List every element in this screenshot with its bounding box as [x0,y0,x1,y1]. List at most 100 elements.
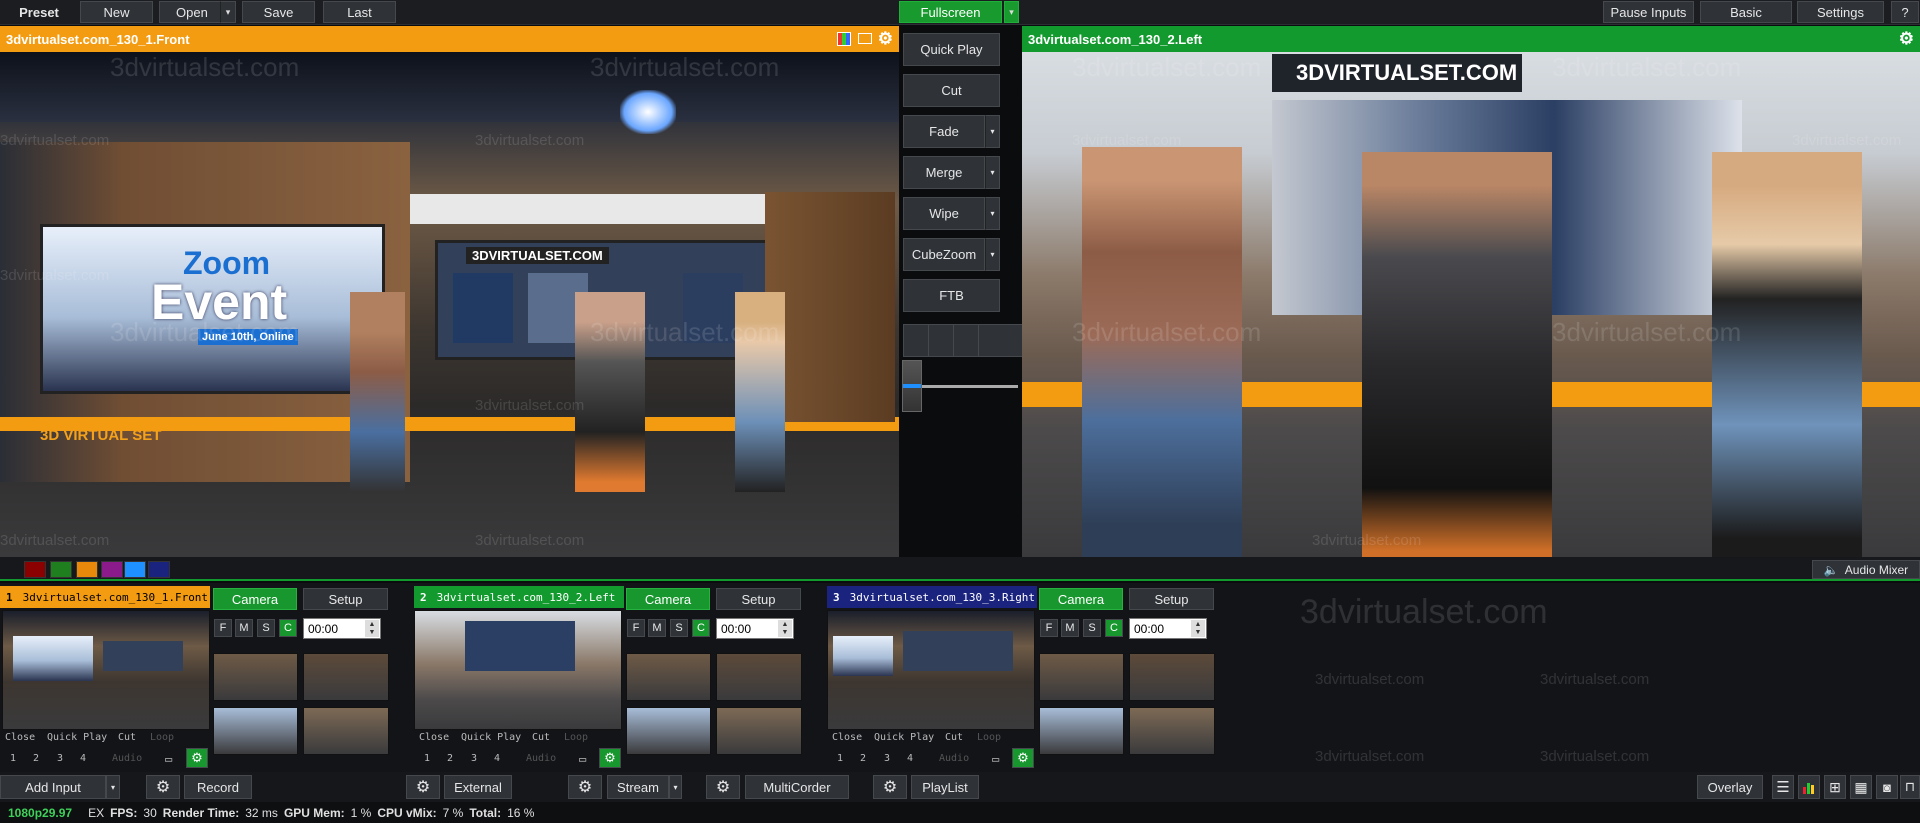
overlay-button[interactable]: Overlay [1697,775,1763,799]
playlist-settings-button[interactable]: ⚙ [873,775,907,799]
input-1-camera-thumb-2[interactable] [303,653,389,701]
input-3-quick-play-button[interactable]: Quick Play [874,732,934,743]
ftb-button[interactable]: FTB [903,279,1000,312]
record-button[interactable]: Record [184,775,252,799]
gear-icon[interactable]: ⚙ [1899,29,1914,49]
input-1-camera-thumb-1[interactable] [213,653,298,701]
t-bar-handle[interactable] [902,360,922,412]
merge-options-button[interactable]: ▾ [985,156,1000,189]
color-swatch-green[interactable] [50,561,72,578]
save-button[interactable]: Save [242,1,315,23]
record-settings-button[interactable]: ⚙ [146,775,180,799]
input-2-camera-button[interactable]: Camera [626,588,710,610]
bar-chart-icon[interactable] [1798,775,1820,799]
input-1-m-button[interactable]: M [235,619,253,637]
input-1-overlay-4-button[interactable]: 4 [80,753,86,764]
audio-mixer-button[interactable]: 🔈 Audio Mixer [1812,560,1920,579]
input-2-camera-thumb-3[interactable] [626,707,711,755]
last-button[interactable]: Last [323,1,396,23]
snapshot-icon[interactable] [858,33,872,44]
input-3-c-button[interactable]: C [1105,619,1123,637]
input-2-c-button[interactable]: C [692,619,710,637]
gear-icon[interactable]: ⚙ [878,29,893,49]
color-swatch-red[interactable] [24,561,46,578]
grid-multiview-icon[interactable]: ▦ [1850,775,1872,799]
stepper-icon[interactable]: ▲ ▼ [365,620,379,637]
new-button[interactable]: New [80,1,153,23]
input-3-setup-button[interactable]: Setup [1129,588,1214,610]
fullscreen-button[interactable]: Fullscreen [899,1,1002,23]
input-2-s-button[interactable]: S [670,619,688,637]
multicorder-button[interactable]: MultiCorder [745,775,849,799]
merge-button[interactable]: Merge [903,156,985,189]
add-input-dropdown-button[interactable]: ▾ [106,775,120,799]
input-1-setup-button[interactable]: Setup [303,588,388,610]
cubezoom-options-button[interactable]: ▾ [985,238,1000,271]
input-1-close-button[interactable]: Close [5,732,35,743]
fullscreen-dropdown-button[interactable]: ▾ [1004,1,1019,23]
stepper-icon[interactable]: ▲ ▼ [778,620,792,637]
fade-options-button[interactable]: ▾ [985,115,1000,148]
input-2-m-button[interactable]: M [648,619,666,637]
help-button[interactable]: ? [1891,1,1919,23]
input-1-overlay-2-button[interactable]: 2 [33,753,39,764]
input-1-camera-button[interactable]: Camera [213,588,297,610]
external-settings-button[interactable]: ⚙ [406,775,440,799]
input-2-overlay-3-button[interactable]: 3 [471,753,477,764]
input-2-preview[interactable] [414,610,622,730]
input-3-m-button[interactable]: M [1061,619,1079,637]
input-2-audio-button[interactable]: Audio [526,753,556,764]
input-1-header[interactable]: 1 3dvirtualset.com_130_1.Front [0,586,210,608]
input-3-camera-thumb-3[interactable] [1039,707,1124,755]
input-2-overlay-2-button[interactable]: 2 [447,753,453,764]
input-3-overlay-3-button[interactable]: 3 [884,753,890,764]
input-1-preview[interactable] [2,610,210,730]
input-3-close-button[interactable]: Close [832,732,862,743]
input-1-settings-button[interactable]: ⚙ [186,748,208,768]
input-2-settings-button[interactable]: ⚙ [599,748,621,768]
color-picker-icon[interactable] [837,32,851,46]
wipe-button[interactable]: Wipe [903,197,985,230]
input-2-overlay-1-button[interactable]: 1 [424,753,430,764]
settings-button[interactable]: Settings [1797,1,1884,23]
input-3-overlay-1-button[interactable]: 1 [837,753,843,764]
quick-play-button[interactable]: Quick Play [903,33,1000,66]
input-1-audio-button[interactable]: Audio [112,753,142,764]
input-1-time-field[interactable]: 00:00 ▲ ▼ [303,618,381,639]
input-2-loop-button[interactable]: Loop [564,732,588,743]
cubezoom-button[interactable]: CubeZoom [903,238,985,271]
basic-button[interactable]: Basic [1700,1,1792,23]
input-2-camera-thumb-2[interactable] [716,653,802,701]
input-3-camera-thumb-2[interactable] [1129,653,1215,701]
input-3-loop-button[interactable]: Loop [977,732,1001,743]
lock-icon[interactable]: ⊓ [1900,775,1920,799]
input-2-quick-play-button[interactable]: Quick Play [461,732,521,743]
input-3-time-field[interactable]: 00:00 ▲ ▼ [1129,618,1207,639]
input-3-camera-thumb-4[interactable] [1129,707,1215,755]
external-button[interactable]: External [444,775,512,799]
stepper-icon[interactable]: ▲ ▼ [1191,620,1205,637]
input-3-overlay-2-button[interactable]: 2 [860,753,866,764]
monitor-icon[interactable]: ▭ [992,752,999,766]
input-2-camera-thumb-1[interactable] [626,653,711,701]
input-3-f-button[interactable]: F [1040,619,1058,637]
input-3-s-button[interactable]: S [1083,619,1101,637]
input-2-header[interactable]: 2 3dvirtualset.com_130_2.Left [414,586,624,608]
input-3-settings-button[interactable]: ⚙ [1012,748,1034,768]
monitor-icon[interactable]: ▭ [579,752,586,766]
input-1-camera-thumb-3[interactable] [213,707,298,755]
input-3-preview[interactable] [827,610,1035,730]
input-1-camera-thumb-4[interactable] [303,707,389,755]
input-1-c-button[interactable]: C [279,619,297,637]
stream-settings-button[interactable]: ⚙ [568,775,602,799]
input-1-overlay-1-button[interactable]: 1 [10,753,16,764]
open-dropdown-button[interactable]: ▾ [220,1,236,23]
input-1-quick-play-button[interactable]: Quick Play [47,732,107,743]
input-3-overlay-4-button[interactable]: 4 [907,753,913,764]
camera-icon[interactable]: ◙ [1876,775,1898,799]
monitor-icon[interactable]: ▭ [165,752,172,766]
add-input-button[interactable]: Add Input [0,775,106,799]
input-1-s-button[interactable]: S [257,619,275,637]
input-2-time-field[interactable]: 00:00 ▲ ▼ [716,618,794,639]
multicorder-settings-button[interactable]: ⚙ [706,775,740,799]
